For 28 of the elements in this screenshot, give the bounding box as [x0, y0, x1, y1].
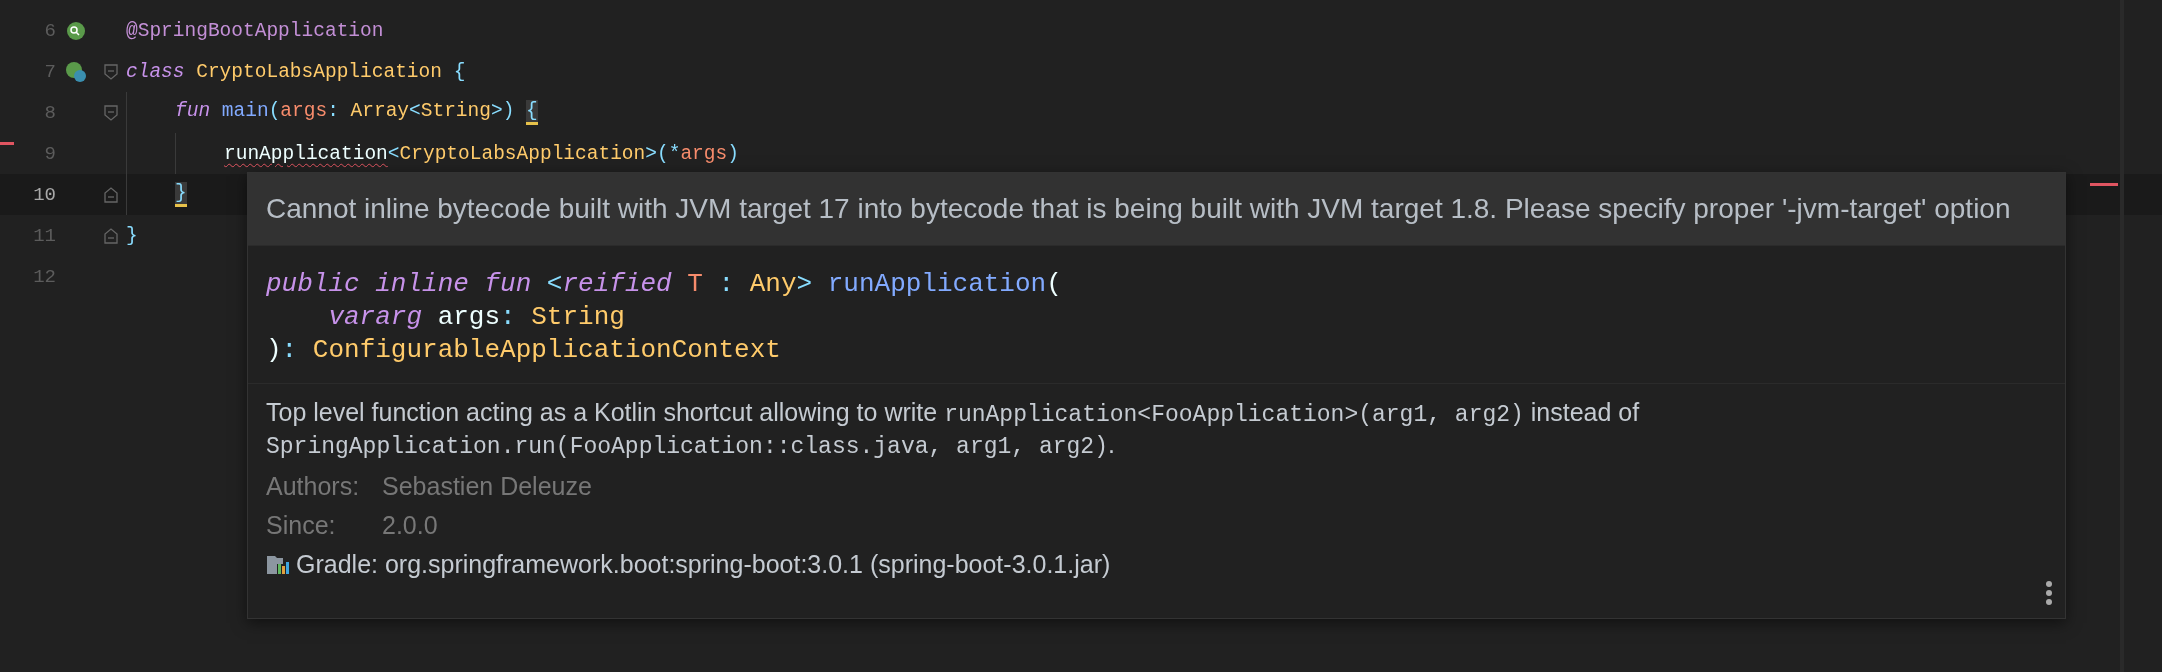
- line-number: 10: [32, 183, 56, 206]
- line-number: 9: [43, 142, 56, 165]
- code-line: runApplication<CryptoLabsApplication>(*args): [224, 142, 739, 165]
- fold-start-icon[interactable]: [104, 63, 118, 80]
- function-signature: public inline fun <reified T : Any> runApplication( vararg args: String ): ConfigurableApplicationContext: [248, 246, 2065, 384]
- line-number: 12: [32, 265, 56, 288]
- field-value: Sebastien Deleuze: [382, 472, 592, 501]
- error-message: Cannot inline bytecode built with JVM target 17 into bytecode that is being built with JVM target 1.8. Please specify proper '-jvm-target' option: [248, 173, 2065, 246]
- fold-end-icon[interactable]: [104, 186, 118, 203]
- library-text: Gradle: org.springframework.boot:spring-boot:3.0.1 (spring-boot-3.0.1.jar): [296, 550, 1111, 579]
- code-line: }: [126, 224, 138, 247]
- field-label: Authors:: [266, 472, 361, 501]
- line-number: 8: [43, 101, 56, 124]
- code-line: @SpringBootApplication: [126, 19, 384, 42]
- code-line: class CryptoLabsApplication {: [126, 60, 466, 83]
- fold-start-icon[interactable]: [104, 104, 118, 121]
- fold-end-icon[interactable]: [104, 227, 118, 244]
- spring-bean-search-icon[interactable]: [66, 20, 86, 41]
- field-label: Since:: [266, 511, 337, 540]
- code-line: fun main(args: Array<String>) {: [175, 100, 538, 125]
- more-options-icon[interactable]: [2045, 580, 2053, 606]
- line-number: 6: [43, 19, 56, 42]
- spring-bean-class-icon[interactable]: [65, 60, 87, 83]
- field-value: 2.0.0: [382, 511, 439, 540]
- line-number: 7: [43, 60, 56, 83]
- line-number: 11: [32, 224, 56, 247]
- library-icon: [266, 553, 290, 576]
- description-text: Top level function acting as a Kotlin shortcut allowing to write runApplication<FooApplication>(arg1, arg2) instead of SpringApplication.run(FooApplication::class.java, arg1, arg2).: [265, 397, 1641, 460]
